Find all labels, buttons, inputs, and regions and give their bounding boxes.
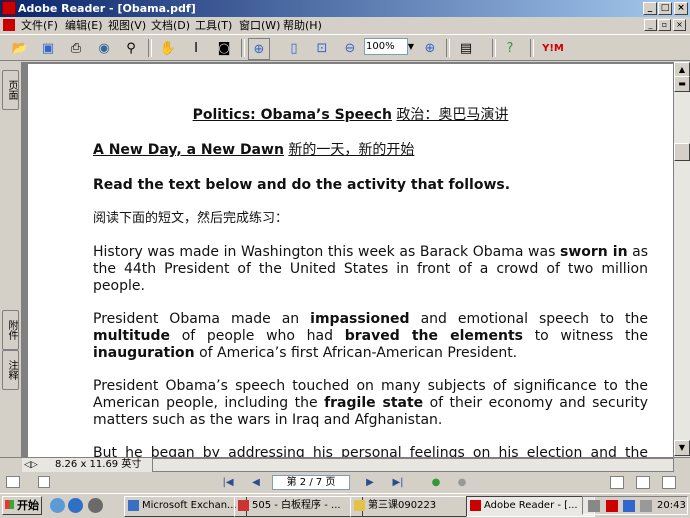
select-tool-icon[interactable]: I xyxy=(186,38,206,58)
window-title: Adobe Reader - [Obama.pdf] xyxy=(18,2,196,15)
navigation-panel: 页面 附件 注释 xyxy=(0,62,22,457)
toolbar-separator xyxy=(241,39,245,57)
paragraph-3-line-2: American people, including the fragile s… xyxy=(93,395,648,411)
task-folder[interactable]: 第三课090223 xyxy=(350,496,479,517)
thumbnail-icon[interactable] xyxy=(6,476,20,488)
paragraph-1-line-2: the 44th President of the United States … xyxy=(93,261,648,277)
page-layout-icon[interactable]: ▤ xyxy=(456,38,476,58)
page-heading: Politics: Obama’s Speech 政治：奥巴马演讲 xyxy=(192,107,509,123)
email-icon[interactable]: ◉ xyxy=(94,38,114,58)
go-back-icon[interactable]: ● xyxy=(454,476,470,490)
document-icon[interactable] xyxy=(3,19,15,31)
menu-view[interactable]: 视图(V) xyxy=(108,17,146,34)
windows-logo-icon xyxy=(5,500,14,509)
pdf-page[interactable]: Politics: Obama’s Speech 政治：奥巴马演讲 A New … xyxy=(28,64,673,457)
zoom-out-icon[interactable]: ⊖ xyxy=(340,38,360,58)
page-subheading: A New Day, a New Dawn 新的一天，新的开始 xyxy=(93,142,415,158)
volume-icon[interactable] xyxy=(640,500,652,512)
page-number-input[interactable]: 第 2 / 7 页 xyxy=(272,475,350,490)
task-whiteboard[interactable]: 505 - 白板程序 - ... xyxy=(234,496,363,517)
save-icon[interactable]: ▣ xyxy=(38,38,58,58)
doc-close-button[interactable]: × xyxy=(673,19,686,31)
hand-tool-icon[interactable]: ✋ xyxy=(158,38,178,58)
facing-icon[interactable] xyxy=(662,476,676,489)
toolbar-separator xyxy=(492,39,496,57)
fit-page-icon[interactable]: ⊡ xyxy=(312,38,332,58)
tab-pages[interactable]: 页面 xyxy=(2,70,19,110)
yahoo-icon[interactable]: Y!M xyxy=(538,38,568,58)
menu-bar: 文件(F) 编辑(E) 视图(V) 文档(D) 工具(T) 窗口(W) 帮助(H… xyxy=(0,17,690,34)
task-adobe-reader[interactable]: Adobe Reader - [... xyxy=(466,496,595,517)
scroll-down-button[interactable]: ▼ xyxy=(674,440,690,456)
toolbar: 📂 ▣ ⎙ ◉ ⚲ ✋ I ◙ ⊕ ▯ ⊡ ⊖ ⊕ ▤ ? Y!M xyxy=(0,34,690,61)
network-icon[interactable] xyxy=(623,500,635,512)
paragraph-3-line-1: President Obama’s speech touched on many… xyxy=(93,378,648,394)
menu-tools[interactable]: 工具(T) xyxy=(195,17,232,34)
keyboard-icon[interactable] xyxy=(588,500,600,512)
zoom-in-icon[interactable]: ⊕ xyxy=(420,38,440,58)
go-forward-icon[interactable]: ● xyxy=(428,476,444,490)
split-handle[interactable]: ▬ xyxy=(674,76,690,92)
vertical-scrollbar[interactable] xyxy=(674,62,690,457)
paragraph-1-line-1: History was made in Washington this week… xyxy=(93,244,649,260)
menu-edit[interactable]: 编辑(E) xyxy=(65,17,103,34)
tab-attachments[interactable]: 附件 xyxy=(2,310,19,350)
tab-comments[interactable]: 注释 xyxy=(2,350,19,390)
print-icon[interactable]: ⎙ xyxy=(66,38,86,58)
doc-minimize-button[interactable]: _ xyxy=(644,19,657,31)
paragraph-2-line-1: President Obama made an impassioned and … xyxy=(93,311,649,327)
snapshot-icon[interactable]: ◙ xyxy=(214,38,234,58)
menu-file[interactable]: 文件(F) xyxy=(21,17,58,34)
toolbar-separator xyxy=(530,39,534,57)
actual-size-icon[interactable]: ▯ xyxy=(284,38,304,58)
task-exchange[interactable]: Microsoft Exchan... xyxy=(124,496,247,517)
resize-handle-icon[interactable]: ◁▷ xyxy=(24,458,38,472)
paragraph-1-line-3: people. xyxy=(93,278,145,294)
media-icon[interactable] xyxy=(88,498,103,513)
paragraph-2-line-2: multitude of people who had braved the e… xyxy=(93,328,649,344)
menu-document[interactable]: 文档(D) xyxy=(151,17,190,34)
last-page-icon[interactable]: ▶| xyxy=(390,476,406,490)
paragraph-4-line-1: But he began by addressing his personal … xyxy=(93,445,648,457)
toolbar-separator xyxy=(148,39,152,57)
document-panel-icon[interactable] xyxy=(38,476,50,488)
page-size-label: 8.26 x 11.69 英寸 xyxy=(55,459,142,470)
next-page-icon[interactable]: ▶ xyxy=(362,476,378,490)
close-button[interactable]: × xyxy=(674,2,688,15)
help-icon[interactable]: ? xyxy=(500,38,520,58)
minimize-button[interactable]: _ xyxy=(643,2,657,15)
menu-window[interactable]: 窗口(W) xyxy=(239,17,280,34)
scrollbar-thumb[interactable] xyxy=(674,143,690,161)
continuous-icon[interactable] xyxy=(636,476,650,489)
zoom-in-tool-icon[interactable]: ⊕ xyxy=(248,38,270,60)
antivirus-icon[interactable] xyxy=(606,500,618,512)
adobe-reader-icon xyxy=(2,1,16,15)
open-icon[interactable]: 📂 xyxy=(10,38,30,58)
single-page-icon[interactable] xyxy=(610,476,624,489)
clock: 20:43 xyxy=(657,500,686,511)
menu-help[interactable]: 帮助(H) xyxy=(283,17,322,34)
doc-restore-button[interactable]: ▫ xyxy=(658,19,671,31)
previous-page-icon[interactable]: ◀ xyxy=(248,476,264,490)
maximize-button[interactable]: □ xyxy=(658,2,672,15)
zoom-input[interactable]: 100% xyxy=(364,38,408,55)
paragraph-3-line-3: matters such as the wars in Iraq and Afg… xyxy=(93,412,443,428)
paragraph-2-line-3: inauguration of America’s first African-… xyxy=(93,345,518,361)
desktop-icon[interactable] xyxy=(50,498,65,513)
instruction-text: Read the text below and do the activity … xyxy=(93,177,511,193)
instruction-cn-text: 阅读下面的短文，然后完成练习： xyxy=(93,211,289,226)
browser-icon[interactable] xyxy=(68,498,83,513)
chevron-down-icon[interactable]: ▼ xyxy=(405,38,417,55)
toolbar-separator xyxy=(446,39,450,57)
search-icon[interactable]: ⚲ xyxy=(121,38,141,58)
first-page-icon[interactable]: |◀ xyxy=(220,476,236,490)
horizontal-scroll-track[interactable] xyxy=(152,458,674,472)
